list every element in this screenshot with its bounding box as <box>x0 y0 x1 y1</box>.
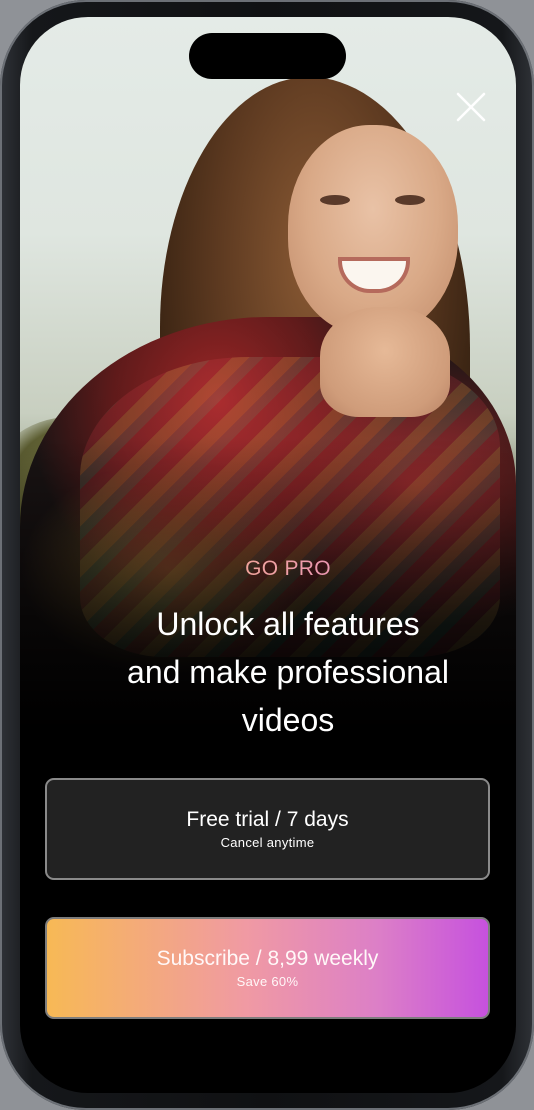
subscribe-button[interactable]: Subscribe / 8,99 weekly Save 60% <box>45 917 490 1019</box>
headline-line: videos <box>241 702 335 738</box>
model-hands <box>320 307 450 417</box>
headline-line: Unlock all features <box>156 606 420 642</box>
subscribe-label: Subscribe / 8,99 weekly <box>156 947 379 970</box>
free-trial-sublabel: Cancel anytime <box>220 835 315 850</box>
free-trial-label: Free trial / 7 days <box>186 808 349 831</box>
close-icon <box>456 92 486 122</box>
phone-frame: GO PRO Unlock all features and make prof… <box>0 0 534 1110</box>
go-pro-label: GO PRO <box>40 557 516 581</box>
model-eye-right <box>395 195 425 205</box>
free-trial-button[interactable]: Free trial / 7 days Cancel anytime <box>45 778 490 880</box>
close-button[interactable] <box>455 91 487 123</box>
dynamic-island <box>189 33 346 79</box>
model-face <box>288 125 458 335</box>
paywall-headline: Unlock all features and make professiona… <box>40 600 516 744</box>
headline-line: and make professional <box>127 654 449 690</box>
model-eye-left <box>320 195 350 205</box>
subscribe-sublabel: Save 60% <box>236 974 299 989</box>
